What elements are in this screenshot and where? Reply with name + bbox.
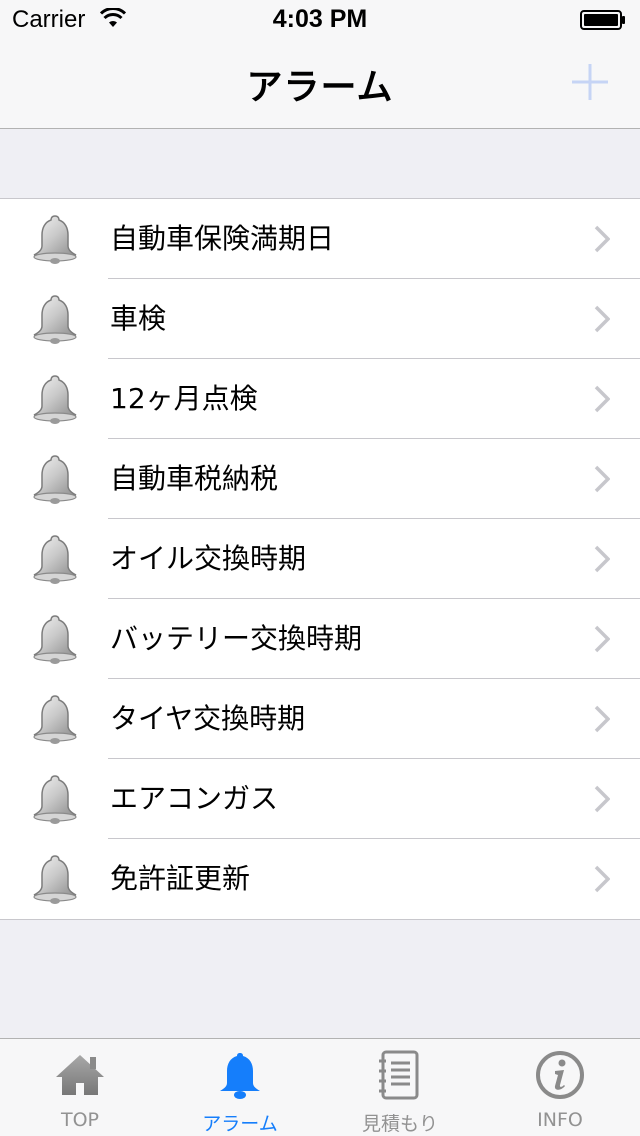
chevron-right-icon xyxy=(594,545,610,573)
alarm-label: バッテリー交換時期 xyxy=(110,622,363,655)
tab-label: INFO xyxy=(537,1109,583,1131)
chevron-right-icon xyxy=(594,865,610,893)
chevron-right-icon xyxy=(594,305,610,333)
status-time: 4:03 PM xyxy=(272,5,368,33)
alarm-row[interactable]: タイヤ交換時期 xyxy=(0,679,640,759)
alarm-row[interactable]: バッテリー交換時期 xyxy=(0,599,640,679)
alarm-row[interactable]: 自動車税納税 xyxy=(0,439,640,519)
battery-icon xyxy=(580,10,625,30)
notebook-icon xyxy=(379,1050,419,1100)
alarm-list: 自動車保険満期日 車検 12ヶ月点検 自動車税納税 オイル交換時期バッテリー交換時期 タイ… xyxy=(0,198,640,920)
alarm-label: 自動車保険満期日 xyxy=(110,222,335,255)
bell-icon xyxy=(33,215,77,264)
bell-icon xyxy=(33,375,77,424)
bell-icon xyxy=(33,775,77,824)
alarm-label: タイヤ交換時期 xyxy=(110,702,306,735)
top-bar: Carrier 4:03 PM アラーム xyxy=(0,0,640,129)
tab-estimate[interactable]: 見積もり xyxy=(320,1039,480,1136)
tab-alarm[interactable]: アラーム xyxy=(160,1039,320,1136)
alarm-label: 車検 xyxy=(110,302,167,335)
page-title: アラーム xyxy=(246,67,394,108)
tab-info[interactable]: INFO xyxy=(480,1039,640,1136)
chevron-right-icon xyxy=(594,705,610,733)
plus-icon xyxy=(572,64,608,100)
bell-icon xyxy=(220,1053,260,1099)
chevron-right-icon xyxy=(594,385,610,413)
alarm-row[interactable]: オイル交換時期 xyxy=(0,519,640,599)
tab-label: 見積もり xyxy=(361,1113,438,1135)
alarm-row[interactable]: 車検 xyxy=(0,279,640,359)
alarm-row[interactable]: 免許証更新 xyxy=(0,839,640,919)
alarm-label: 12ヶ月点検 xyxy=(110,382,258,415)
tab-top[interactable]: TOP xyxy=(0,1039,160,1136)
bell-icon xyxy=(33,695,77,744)
screen: Carrier 4:03 PM アラーム 自動車保険満期日 車検 12ヶ月点検 自動車… xyxy=(0,0,640,1136)
tab-label: TOP xyxy=(60,1109,100,1131)
chevron-right-icon xyxy=(594,465,610,493)
bell-icon xyxy=(33,615,77,664)
info-icon xyxy=(536,1051,584,1099)
alarm-row[interactable]: エアコンガス xyxy=(0,759,640,839)
bell-icon xyxy=(33,295,77,344)
home-icon xyxy=(56,1055,104,1095)
alarm-row[interactable]: 自動車保険満期日 xyxy=(0,199,640,279)
chevron-right-icon xyxy=(594,225,610,253)
chevron-right-icon xyxy=(594,785,610,813)
alarm-label: 自動車税納税 xyxy=(110,462,279,495)
alarm-label: 免許証更新 xyxy=(110,862,251,895)
bell-icon xyxy=(33,855,77,904)
tab-label: アラーム xyxy=(202,1113,278,1135)
add-button[interactable] xyxy=(566,58,614,106)
bell-icon xyxy=(33,455,77,504)
alarm-label: オイル交換時期 xyxy=(110,542,307,575)
bell-icon xyxy=(33,535,77,584)
alarm-label: エアコンガス xyxy=(110,782,279,815)
alarm-row[interactable]: 12ヶ月点検 xyxy=(0,359,640,439)
tab-bar: TOP アラーム 見積もり INFO xyxy=(0,1038,640,1136)
chevron-right-icon xyxy=(594,625,610,653)
